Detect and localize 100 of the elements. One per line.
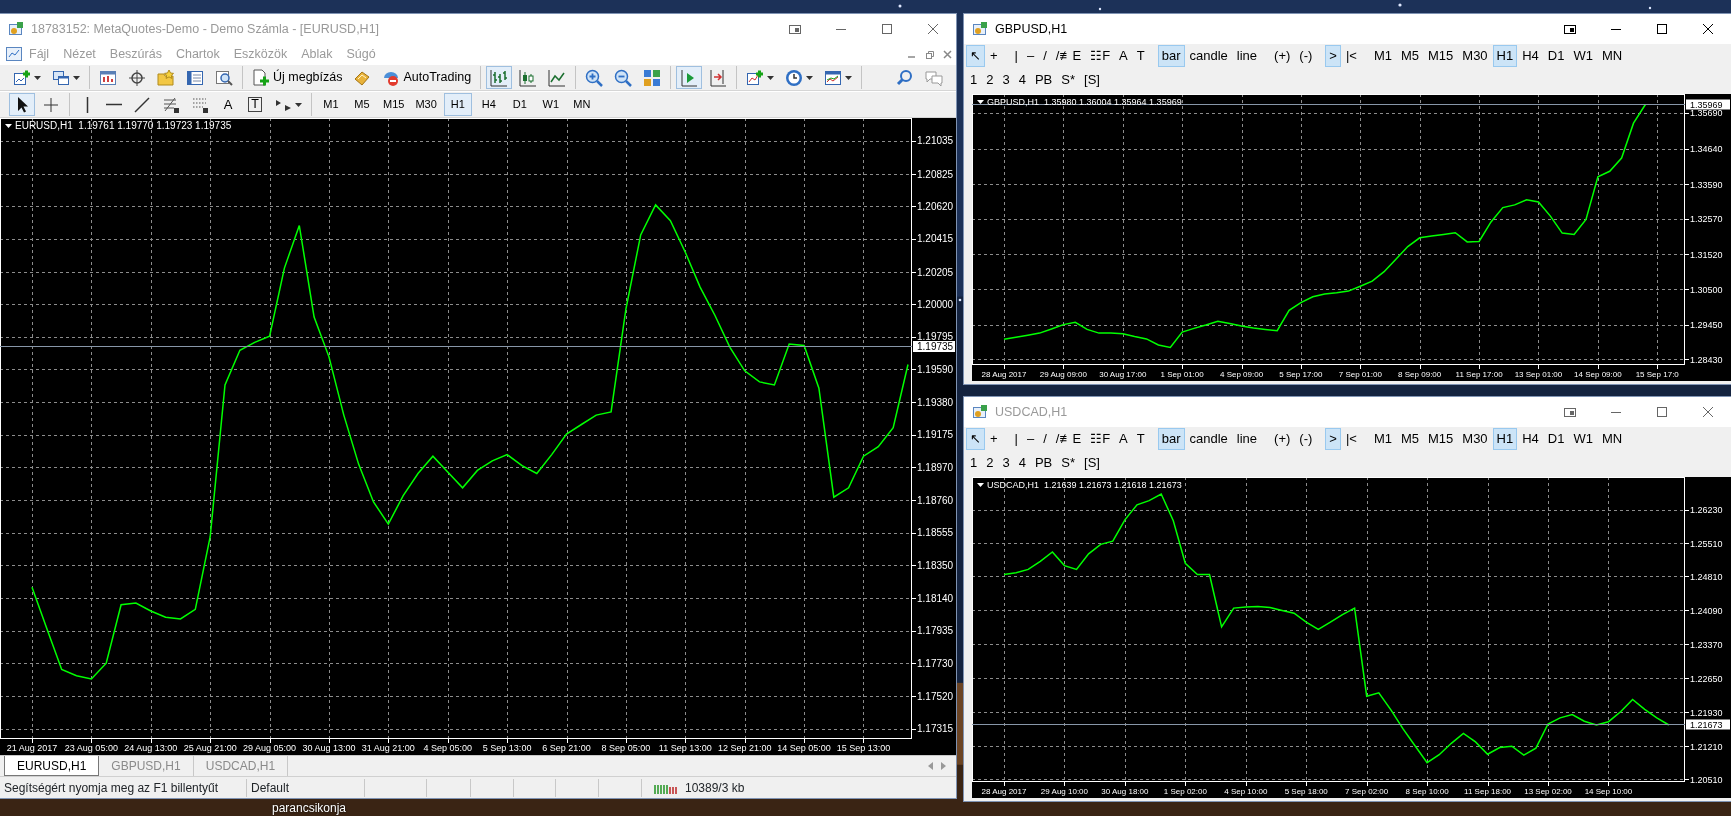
- toolbar-button[interactable]: 1: [966, 69, 982, 91]
- screen-icon: [788, 22, 802, 36]
- toolbar-button[interactable]: (+): [1270, 45, 1295, 67]
- triangle-icon[interactable]: [977, 483, 984, 487]
- toolbar-button[interactable]: H1: [1492, 428, 1518, 450]
- toolbar-button[interactable]: ☷F: [1086, 428, 1115, 450]
- toolbar-button[interactable]: +: [986, 428, 1002, 450]
- toolbar-button[interactable]: MN: [567, 93, 596, 116]
- axis-label: 12 Sep 21:00: [717, 743, 772, 753]
- toolbar-button[interactable]: ☷F: [1086, 45, 1115, 67]
- axis-label: 31 Aug 21:00: [361, 743, 415, 753]
- toolbar-button[interactable]: 4: [1014, 69, 1030, 91]
- desktop-icon-label[interactable]: parancsikonja: [272, 799, 347, 816]
- toolbar-button[interactable]: A: [216, 93, 240, 116]
- toolbar-button[interactable]: >: [1325, 45, 1341, 67]
- toolbar-button[interactable]: T: [1132, 45, 1149, 67]
- toolbar-button[interactable]: /≢E: [1051, 45, 1086, 67]
- toolbar-button[interactable]: >: [1325, 428, 1341, 450]
- toolbar-button[interactable]: |: [1010, 45, 1022, 67]
- toolbar-button[interactable]: 2: [982, 452, 998, 474]
- toolbar-button[interactable]: H1: [1492, 45, 1518, 67]
- toolbar-button[interactable]: S*: [1057, 452, 1079, 474]
- caret-icon: [767, 75, 775, 80]
- toolbar-button[interactable]: M15: [1424, 45, 1458, 67]
- toolbar-button[interactable]: H1: [443, 93, 472, 116]
- toolbar-button[interactable]: H4: [1518, 45, 1543, 67]
- toolbar-button[interactable]: M1: [1369, 428, 1396, 450]
- toolbar-button[interactable]: D1: [1543, 428, 1569, 450]
- toolbar-button[interactable]: AutoTrading: [378, 66, 476, 89]
- toolbar-button[interactable]: M5: [1396, 45, 1423, 67]
- axis-label: 13 Sep 01:00: [1514, 370, 1563, 379]
- toolbar-button[interactable]: MN: [1598, 428, 1627, 450]
- toolbar-button[interactable]: MN: [1598, 45, 1627, 67]
- toolbar-button[interactable]: (-): [1295, 45, 1317, 67]
- axis-label: 1.21210: [1690, 741, 1723, 752]
- toolbar-button[interactable]: bar: [1157, 428, 1185, 450]
- toolbar-button[interactable]: H4: [474, 93, 503, 116]
- status-text: Segítségért nyomja meg az F1 billentyűt: [3, 779, 220, 797]
- toolbar-button[interactable]: W1: [1569, 428, 1597, 450]
- toolbar-button[interactable]: M15: [379, 93, 409, 116]
- axis-label: 1 Sep 01:00: [1160, 370, 1204, 379]
- toolbar-button[interactable]: PB: [1030, 452, 1057, 474]
- toolbar-button[interactable]: H4: [1518, 428, 1543, 450]
- toolbar-button[interactable]: 3: [998, 452, 1014, 474]
- toolbar-button[interactable]: M1: [1369, 45, 1396, 67]
- toolbar-button[interactable]: W1: [1569, 45, 1597, 67]
- toolbar-button[interactable]: /: [1039, 45, 1051, 67]
- toolbar-button[interactable]: ↖: [966, 428, 985, 450]
- toolbar-button[interactable]: –: [1023, 45, 1039, 67]
- toolbar-button[interactable]: ↖: [966, 45, 985, 67]
- axis-label: 8 Sep 05:00: [601, 743, 651, 753]
- toolbar-button[interactable]: [S]: [1080, 69, 1104, 91]
- toolbar-button[interactable]: –: [1023, 428, 1039, 450]
- toolbar-button[interactable]: 2: [982, 69, 998, 91]
- toolbar-button[interactable]: 4: [1014, 452, 1030, 474]
- toolbar-button[interactable]: line: [1232, 45, 1262, 67]
- toolbar-button[interactable]: bar: [1157, 45, 1185, 67]
- triangle-icon[interactable]: [977, 100, 984, 104]
- toolbar-button[interactable]: /: [1039, 428, 1051, 450]
- triangle-icon[interactable]: [5, 124, 12, 128]
- toolbar-button[interactable]: 1: [966, 452, 982, 474]
- toolbar-button[interactable]: candle: [1185, 428, 1232, 450]
- toolbar-button[interactable]: |<: [1341, 45, 1361, 67]
- toolbar-button[interactable]: (+): [1270, 428, 1295, 450]
- toolbar-button[interactable]: D1: [1543, 45, 1569, 67]
- toolbar-button[interactable]: M5: [1396, 428, 1423, 450]
- toolbar-button[interactable]: S*: [1057, 69, 1079, 91]
- toolbar-button[interactable]: +: [986, 45, 1002, 67]
- toolbar-button[interactable]: 3: [998, 69, 1014, 91]
- axis-label: 1.20205: [917, 266, 954, 278]
- toolbar-button[interactable]: M1: [317, 93, 345, 116]
- close-icon[interactable]: [942, 49, 952, 59]
- toolbar-button[interactable]: M15: [1424, 428, 1458, 450]
- toolbar-button[interactable]: [9, 93, 35, 116]
- chart-tab[interactable]: EURUSD,H1: [4, 756, 100, 776]
- toolbar-button[interactable]: candle: [1185, 45, 1232, 67]
- toolbar-button[interactable]: T: [1132, 428, 1149, 450]
- toolbar-button[interactable]: |<: [1341, 428, 1361, 450]
- toolbar-button[interactable]: M30: [1458, 45, 1492, 67]
- toolbar-button[interactable]: [S]: [1080, 452, 1104, 474]
- toolbar-button[interactable]: M5: [348, 93, 376, 116]
- axis-label: 15 Sep 17:0: [1635, 370, 1679, 379]
- toolbar-button[interactable]: |: [1010, 428, 1022, 450]
- toolbar-button[interactable]: /≢E: [1051, 428, 1086, 450]
- toolbar-button[interactable]: line: [1232, 428, 1262, 450]
- toolbar-button[interactable]: Új megbízás: [248, 66, 347, 89]
- chart-icon[interactable]: [6, 47, 22, 61]
- axis-label: 1.23370: [1690, 639, 1723, 650]
- toolbar-button[interactable]: W1: [536, 93, 565, 116]
- toolbar-button[interactable]: (-): [1295, 428, 1317, 450]
- toolbar-button[interactable]: D1: [505, 93, 534, 116]
- restore-icon[interactable]: [924, 49, 934, 59]
- axis-label: 1.28430: [1690, 354, 1723, 365]
- toolbar-button[interactable]: A: [1115, 428, 1132, 450]
- toolbar-button[interactable]: PB: [1030, 69, 1057, 91]
- toolbar-button[interactable]: T: [243, 93, 267, 116]
- axis-label: 1.34640: [1690, 144, 1723, 155]
- toolbar-button[interactable]: M30: [411, 93, 441, 116]
- toolbar-button[interactable]: M30: [1458, 428, 1492, 450]
- toolbar-button[interactable]: A: [1115, 45, 1132, 67]
